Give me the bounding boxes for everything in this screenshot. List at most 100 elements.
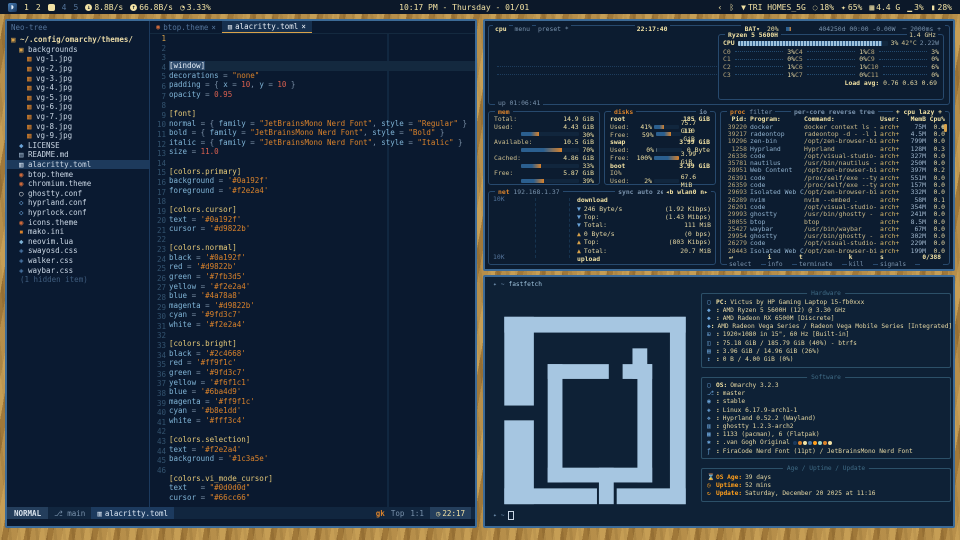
code-line[interactable]: bold = { family = "JetBrainsMono Nerd Fo… xyxy=(169,128,475,138)
code-line[interactable]: text = "#0d0d0d" xyxy=(169,483,475,493)
tree-item[interactable]: ◆neovim.lua xyxy=(7,236,149,246)
tree-item[interactable]: ◆LICENSE xyxy=(7,141,149,151)
tree-item[interactable]: ▦vg-9.jpg xyxy=(7,131,149,141)
code-line[interactable] xyxy=(169,157,475,167)
workspace-5[interactable]: 5 xyxy=(73,3,78,12)
btop-tab-menu[interactable]: menu xyxy=(513,25,532,33)
code-line[interactable]: padding = { x = 10, y = 10 } xyxy=(169,80,475,90)
tree-item[interactable]: ◉chromium.theme xyxy=(7,179,149,189)
command-line[interactable] xyxy=(7,519,475,526)
code-line[interactable]: size = 11.0 xyxy=(169,147,475,157)
btop-tab-preset[interactable]: preset * xyxy=(536,25,571,33)
code-area[interactable]: [window]decorations = "none"padding = { … xyxy=(169,34,475,507)
code-line[interactable]: white = '#f2e2a4' xyxy=(169,320,475,330)
nav-back-icon[interactable]: ‹ xyxy=(718,3,723,12)
tree-item[interactable]: ▦vg-4.jpg xyxy=(7,83,149,93)
brightness-status[interactable]: ✦ 65% xyxy=(841,3,862,12)
terminal-prompt[interactable]: ✦ ~ xyxy=(493,511,514,520)
code-line[interactable]: foreground = '#f2e2a4' xyxy=(169,186,475,196)
code-line[interactable]: cursor = '#d9822b' xyxy=(169,224,475,234)
code-line[interactable] xyxy=(169,99,475,109)
workspace-2[interactable]: 2 xyxy=(36,3,41,12)
tree-item[interactable]: ▦vg-8.jpg xyxy=(7,121,149,131)
code-line[interactable]: magenta = '#d9822b' xyxy=(169,301,475,311)
code-line[interactable]: cyan = '#b8e1dd' xyxy=(169,406,475,416)
tree-item[interactable]: ▦vg-6.jpg xyxy=(7,102,149,112)
io-toggle[interactable]: io xyxy=(696,108,710,116)
code-line[interactable]: [window] xyxy=(169,61,475,71)
code-line[interactable]: green = '#7fb3d5' xyxy=(169,272,475,282)
tree-item[interactable]: (1 hidden item) xyxy=(7,275,149,285)
code-line[interactable]: [colors.vi_mode_cursor] xyxy=(169,474,475,484)
code-line[interactable]: background = '#0a192f' xyxy=(169,176,475,186)
proc-footer-key[interactable]: k kill xyxy=(847,254,873,268)
close-icon[interactable]: × xyxy=(211,23,216,32)
workspace-4[interactable]: 4 xyxy=(62,3,67,12)
code-line[interactable]: [colors.selection] xyxy=(169,435,475,445)
code-line[interactable]: green = '#9fd3c7' xyxy=(169,368,475,378)
code-line[interactable] xyxy=(169,195,475,205)
battery-status[interactable]: ▮ 28% xyxy=(931,3,952,12)
tree-item[interactable]: ◇hyprlock.conf xyxy=(7,208,149,218)
code-line[interactable]: cursor = "#66cc66" xyxy=(169,493,475,503)
code-line[interactable]: opacity = 0.95 xyxy=(169,90,475,100)
code-line[interactable]: magenta = '#ff9f1c' xyxy=(169,397,475,407)
tab-alacritty-toml[interactable]: ▥ alacritty.toml × xyxy=(222,21,312,33)
tree-item[interactable]: ▦vg-3.jpg xyxy=(7,73,149,83)
neovim-window[interactable]: Neo-tree ▣~/.config/omarchy/themes/▣back… xyxy=(5,19,477,528)
code-line[interactable]: red = '#ff9f1c' xyxy=(169,358,475,368)
tree-item[interactable]: ◈swayosd.css xyxy=(7,246,149,256)
code-line[interactable]: yellow = '#f6f1c1' xyxy=(169,378,475,388)
code-line[interactable] xyxy=(169,330,475,340)
proc-sort[interactable]: + cpu lazy + xyxy=(893,108,945,116)
editor-panel[interactable]: ◉ btop.theme × ▥ alacritty.toml × 123456… xyxy=(150,21,475,507)
code-line[interactable]: blue = '#6ba4d9' xyxy=(169,387,475,397)
proc-scrollbar[interactable] xyxy=(944,124,947,132)
code-line[interactable]: [colors.bright] xyxy=(169,339,475,349)
tree-item[interactable]: ○ghostty.conf xyxy=(7,189,149,199)
tree-item[interactable]: ▣~/.config/omarchy/themes/ xyxy=(7,35,149,45)
code-line[interactable]: black = '#0a192f' xyxy=(169,253,475,263)
tree-item[interactable]: ▦vg-5.jpg xyxy=(7,93,149,103)
os-logo-icon[interactable]: ◗ xyxy=(8,3,17,12)
code-line[interactable]: cyan = '#9fd3c7' xyxy=(169,310,475,320)
code-line[interactable]: decorations = "none" xyxy=(169,71,475,81)
net-interface[interactable]: ◂b wlan0 n▸ xyxy=(663,188,711,196)
code-line[interactable]: black = '#2c4668' xyxy=(169,349,475,359)
close-icon[interactable]: × xyxy=(301,22,306,31)
code-line[interactable]: background = '#1c3a5e' xyxy=(169,454,475,464)
code-line[interactable]: [font] xyxy=(169,109,475,119)
proc-box-title[interactable]: proc filter xyxy=(727,108,775,116)
tree-item[interactable]: ◇hyprland.conf xyxy=(7,198,149,208)
proc-footer-key[interactable]: i info xyxy=(766,254,792,268)
code-line[interactable]: [colors.cursor] xyxy=(169,205,475,215)
proc-footer-key[interactable]: s signals xyxy=(878,254,915,268)
fastfetch-terminal-window[interactable]: ✦ ~ fastfetch Hardware xyxy=(483,275,955,528)
code-line[interactable]: italic = { family = "JetBrainsMono Nerd … xyxy=(169,138,475,148)
tree-item[interactable]: ▦vg-2.jpg xyxy=(7,64,149,74)
bluetooth-icon[interactable]: ᛒ xyxy=(729,3,734,12)
clock[interactable]: 10:17 PM - Thursday - 01/01 xyxy=(399,3,529,12)
proc-view-options[interactable]: per-core reverse tree xyxy=(791,108,878,116)
code-line[interactable]: red = '#d9822b' xyxy=(169,262,475,272)
code-line[interactable] xyxy=(169,426,475,436)
code-line[interactable] xyxy=(169,234,475,244)
code-line[interactable]: yellow = '#f2e2a4' xyxy=(169,282,475,292)
workspace-1[interactable]: 1 xyxy=(24,3,29,12)
tree-item[interactable]: ▪mako.ini xyxy=(7,227,149,237)
code-line[interactable]: [colors.normal] xyxy=(169,243,475,253)
wifi-status[interactable]: ▼ TRI HOMES_5G xyxy=(741,3,806,12)
proc-footer-key[interactable]: ↵ select xyxy=(727,254,761,268)
code-line[interactable]: text = '#f2e2a4' xyxy=(169,445,475,455)
net-box-title[interactable]: net 192.168.1.37 xyxy=(495,188,563,196)
proc-filter[interactable]: filter xyxy=(749,108,772,116)
disks-box-title[interactable]: disks xyxy=(611,108,636,116)
code-line[interactable]: white = '#fff3c4' xyxy=(169,416,475,426)
code-line[interactable]: text = '#0a192f' xyxy=(169,215,475,225)
code-line[interactable]: blue = '#4a78a8' xyxy=(169,291,475,301)
code-line[interactable]: [colors.primary] xyxy=(169,167,475,177)
tree-item[interactable]: ▤README.md xyxy=(7,150,149,160)
btop-window[interactable]: cpu menu preset * 22:17:40 BAT▾ 20% 4042… xyxy=(483,19,955,271)
tree-item[interactable]: ◈walker.css xyxy=(7,256,149,266)
neotree-panel[interactable]: Neo-tree ▣~/.config/omarchy/themes/▣back… xyxy=(7,21,150,507)
